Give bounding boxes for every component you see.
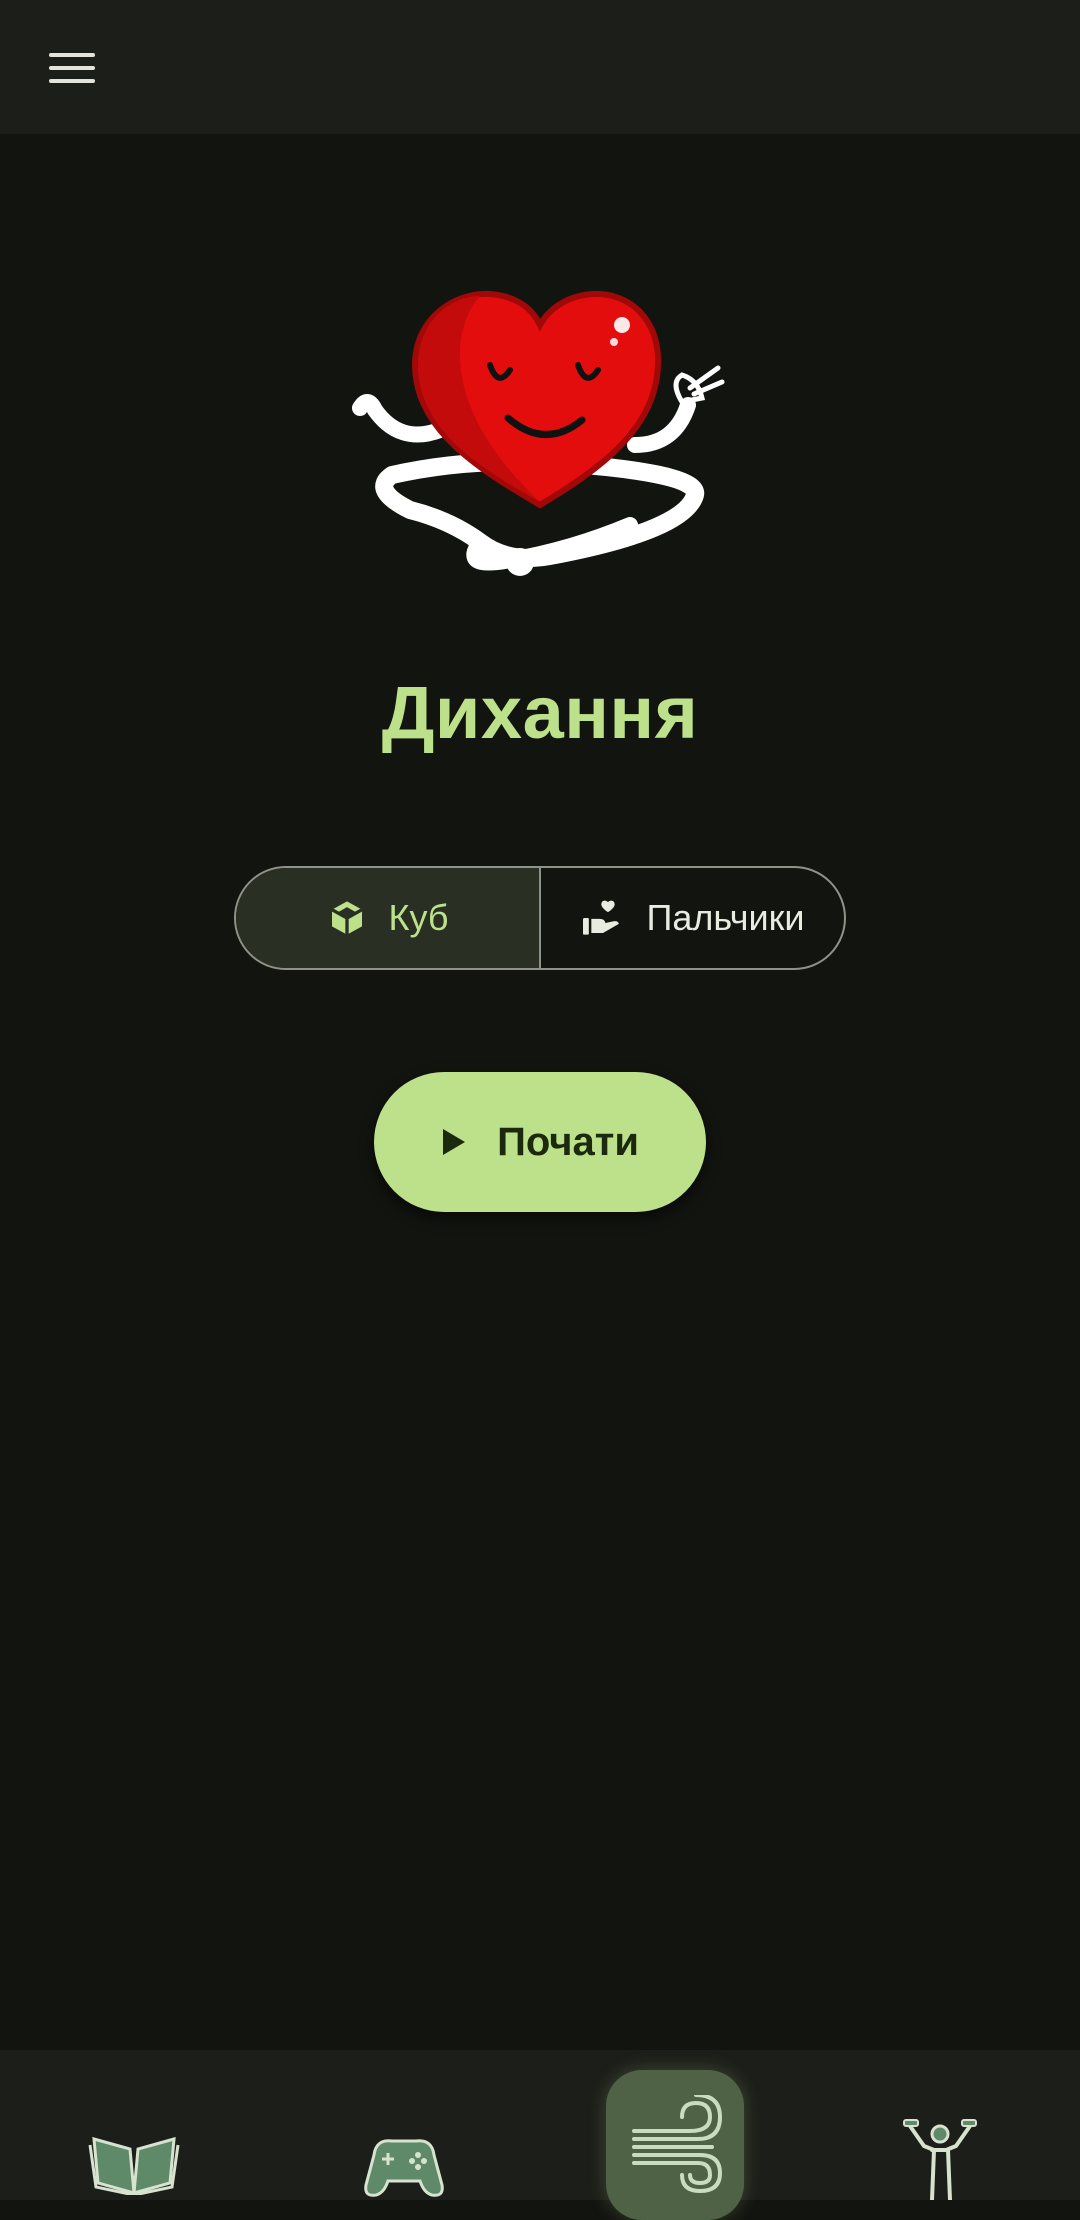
gamepad-icon xyxy=(364,2139,444,2197)
start-button[interactable]: Почати xyxy=(374,1072,706,1212)
nav-item-exercise[interactable] xyxy=(900,2116,980,2200)
mode-fingers-label: Пальчики xyxy=(646,897,805,938)
start-button-label: Почати xyxy=(497,1119,639,1164)
meditating-heart-illustration xyxy=(352,290,725,576)
nav-item-reading[interactable] xyxy=(84,2120,184,2200)
mode-fingers-button[interactable]: Пальчики xyxy=(539,868,844,968)
play-icon xyxy=(443,1129,466,1155)
nav-item-games[interactable] xyxy=(356,2122,452,2200)
book-icon xyxy=(88,2136,180,2195)
mode-cube-button[interactable]: Куб xyxy=(236,868,539,968)
exercise-person-icon xyxy=(903,2119,977,2200)
page-title: Дихання xyxy=(381,671,699,754)
bottom-navigation xyxy=(0,2050,1080,2220)
mode-cube-label: Куб xyxy=(388,897,449,938)
wind-icon xyxy=(632,2095,723,2194)
top-app-bar xyxy=(0,0,1080,134)
cube-icon xyxy=(330,901,363,935)
breathing-mode-selector: Куб Пальчики xyxy=(234,866,846,970)
hamburger-menu-icon[interactable] xyxy=(40,36,104,100)
hand-heart-icon xyxy=(582,900,619,935)
nav-item-breathing[interactable] xyxy=(606,2070,744,2220)
